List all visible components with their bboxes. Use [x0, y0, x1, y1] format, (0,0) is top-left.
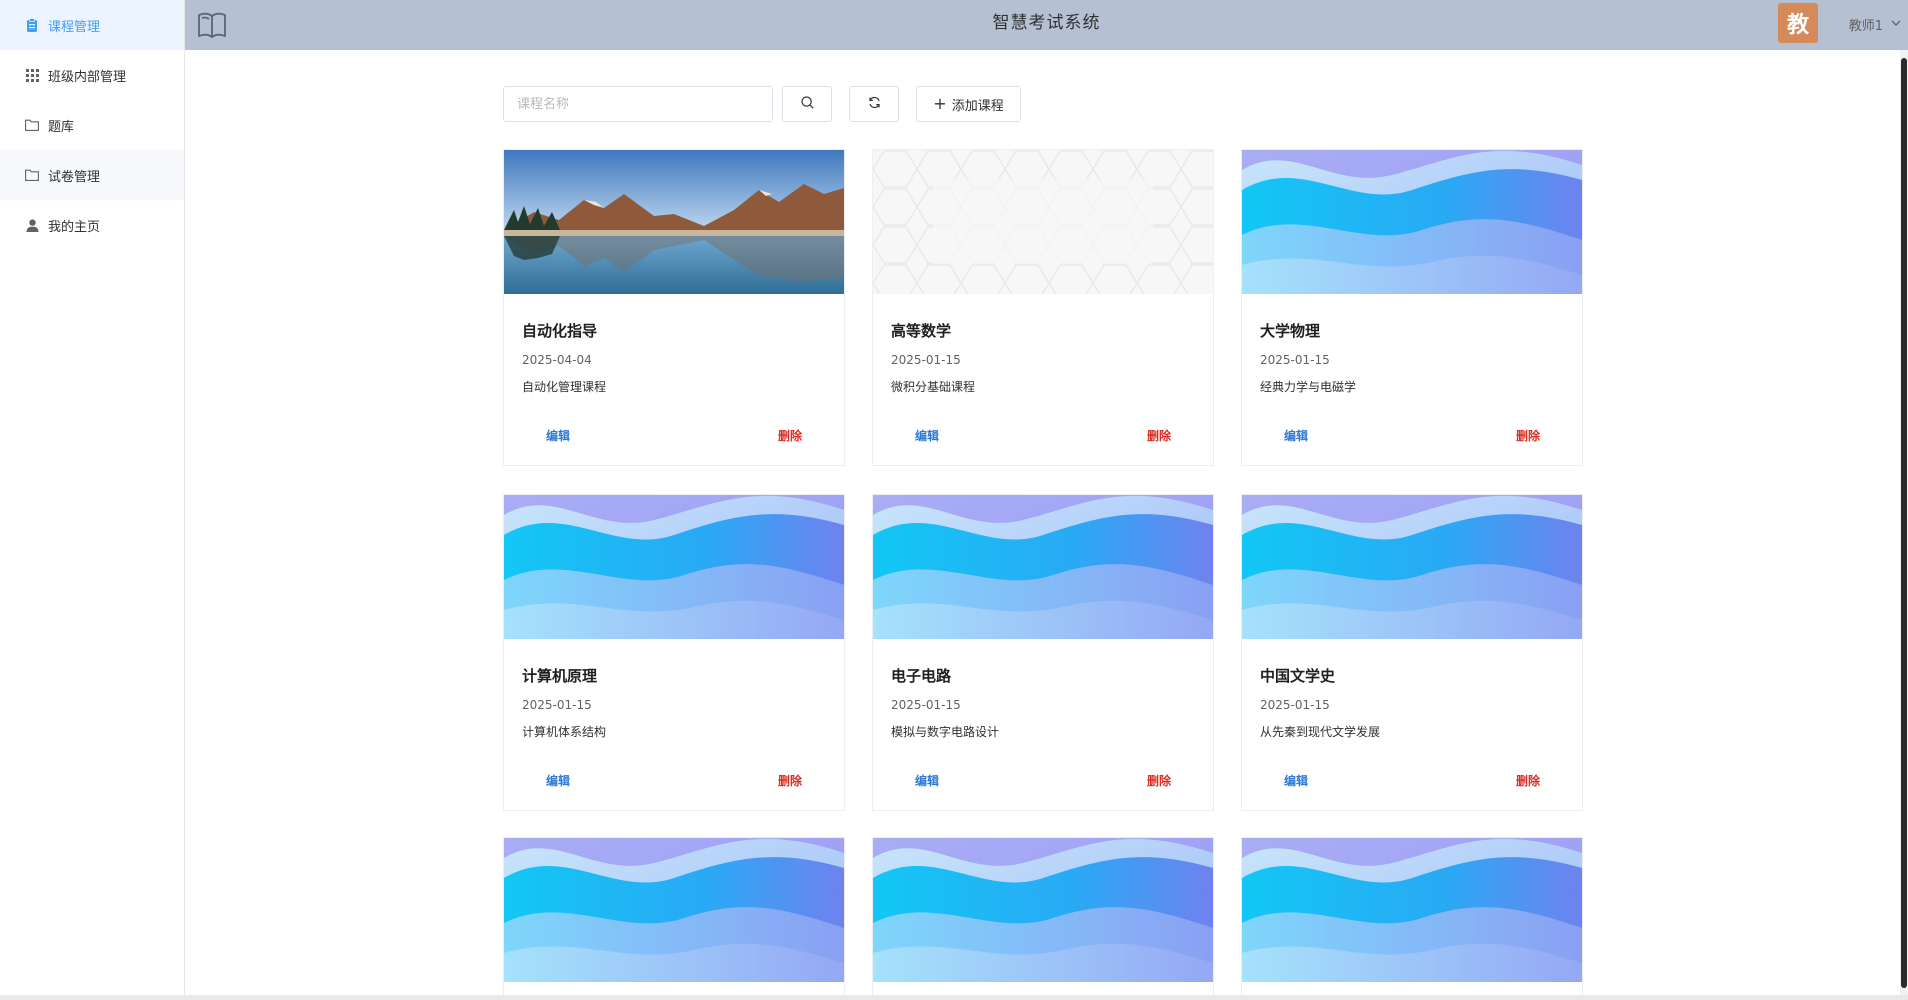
app-root: 课程管理 班级内部管理 题库 试卷管理 我的主页 智慧考试系统 教 教师1 课程… — [0, 0, 1908, 1000]
course-description: 计算机体系结构 — [522, 725, 607, 739]
user-icon — [25, 218, 39, 232]
edit-button[interactable]: 编辑 — [1284, 427, 1308, 444]
add-course-button[interactable]: + 添加课程 — [916, 86, 1021, 122]
sidebar-item-label: 题库 — [48, 119, 75, 135]
edit-button[interactable]: 编辑 — [915, 772, 939, 789]
course-name: 自动化指导 — [522, 322, 598, 340]
edit-button[interactable]: 编辑 — [546, 427, 570, 444]
course-description: 自动化管理课程 — [522, 380, 607, 394]
sidebar-item-question-bank[interactable]: 题库 — [0, 100, 184, 150]
course-cover-image — [1242, 495, 1582, 639]
course-name: 电子电路 — [891, 667, 952, 685]
folder-icon — [25, 118, 39, 132]
course-name-search-input[interactable] — [503, 86, 773, 122]
course-card-actions: 编辑 删除 — [873, 772, 1213, 792]
course-cover-image — [873, 838, 1213, 982]
course-card[interactable]: 中国文学史 2025-01-15 从先秦到现代文学发展 编辑 删除 — [1241, 494, 1583, 811]
plus-icon: + — [933, 94, 947, 113]
search-button[interactable] — [782, 86, 832, 122]
course-card-body: 高等数学 2025-01-15 微积分基础课程 — [873, 320, 1213, 395]
scrollbar-thumb[interactable] — [1901, 58, 1907, 988]
delete-button[interactable]: 删除 — [1147, 772, 1171, 789]
course-card[interactable]: 大学物理 2025-01-15 经典力学与电磁学 编辑 删除 — [1241, 149, 1583, 466]
course-cover-image — [1242, 838, 1582, 982]
sidebar: 课程管理 班级内部管理 题库 试卷管理 我的主页 — [0, 0, 185, 995]
course-card[interactable]: 电子电路 2025-01-15 模拟与数字电路设计 编辑 删除 — [872, 494, 1214, 811]
delete-button[interactable]: 删除 — [1147, 427, 1171, 444]
add-course-label: 添加课程 — [951, 98, 1004, 114]
course-card[interactable]: 计算机原理 2025-01-15 计算机体系结构 编辑 删除 — [503, 494, 845, 811]
course-card-actions: 编辑 删除 — [504, 427, 844, 447]
course-card-actions: 编辑 删除 — [504, 772, 844, 792]
course-cover-image — [504, 150, 844, 294]
course-cover-image — [1242, 150, 1582, 294]
course-cover-image — [504, 838, 844, 982]
course-card[interactable] — [872, 837, 1214, 997]
sidebar-item-my-home[interactable]: 我的主页 — [0, 200, 184, 250]
sidebar-item-exam-papers[interactable]: 试卷管理 — [0, 150, 184, 200]
course-description: 经典力学与电磁学 — [1260, 380, 1357, 394]
course-card-body: 中国文学史 2025-01-15 从先秦到现代文学发展 — [1242, 665, 1582, 740]
course-name: 大学物理 — [1260, 322, 1321, 340]
delete-button[interactable]: 删除 — [778, 772, 802, 789]
course-card-body: 电子电路 2025-01-15 模拟与数字电路设计 — [873, 665, 1213, 740]
course-cover-image — [873, 150, 1213, 294]
course-toolbar: + 添加课程 — [503, 86, 1021, 122]
edit-button[interactable]: 编辑 — [915, 427, 939, 444]
refresh-icon — [868, 96, 881, 113]
course-name: 高等数学 — [891, 322, 952, 340]
course-name: 计算机原理 — [522, 667, 598, 685]
search-icon — [800, 95, 814, 113]
sidebar-item-label: 课程管理 — [48, 19, 101, 35]
edit-button[interactable]: 编辑 — [1284, 772, 1308, 789]
top-header: 智慧考试系统 教 教师1 — [185, 0, 1908, 50]
course-card-actions: 编辑 删除 — [873, 427, 1213, 447]
course-cover-image — [504, 495, 844, 639]
course-card-body: 大学物理 2025-01-15 经典力学与电磁学 — [1242, 320, 1582, 395]
delete-button[interactable]: 删除 — [778, 427, 802, 444]
course-cover-image — [873, 495, 1213, 639]
course-card[interactable]: 自动化指导 2025-04-04 自动化管理课程 编辑 删除 — [503, 149, 845, 466]
course-description: 模拟与数字电路设计 — [891, 725, 1000, 739]
course-card[interactable] — [503, 837, 845, 997]
course-card-body: 自动化指导 2025-04-04 自动化管理课程 — [504, 320, 844, 395]
user-name[interactable]: 教师1 — [1849, 15, 1883, 34]
course-description: 从先秦到现代文学发展 — [1260, 725, 1381, 739]
folder-icon — [25, 168, 39, 182]
sidebar-item-course-management[interactable]: 课程管理 — [0, 0, 184, 50]
chevron-down-icon[interactable] — [1890, 14, 1902, 33]
course-date: 2025-01-15 — [1260, 698, 1330, 712]
course-date: 2025-04-04 — [522, 353, 592, 367]
course-card-actions: 编辑 删除 — [1242, 427, 1582, 447]
sidebar-item-class-management[interactable]: 班级内部管理 — [0, 50, 184, 100]
bottom-divider — [0, 995, 1908, 1000]
course-date: 2025-01-15 — [1260, 353, 1330, 367]
page-title: 智慧考试系统 — [992, 13, 1101, 33]
delete-button[interactable]: 删除 — [1516, 427, 1540, 444]
course-description: 微积分基础课程 — [891, 380, 976, 394]
sidebar-item-label: 试卷管理 — [48, 169, 101, 185]
course-name: 中国文学史 — [1260, 667, 1336, 685]
course-card[interactable] — [1241, 837, 1583, 997]
course-date: 2025-01-15 — [891, 353, 961, 367]
grid-icon — [25, 68, 39, 82]
course-card-actions: 编辑 删除 — [1242, 772, 1582, 792]
course-card[interactable]: 高等数学 2025-01-15 微积分基础课程 编辑 删除 — [872, 149, 1214, 466]
clipboard-icon — [25, 18, 39, 32]
sidebar-item-label: 我的主页 — [48, 219, 101, 235]
refresh-button[interactable] — [849, 86, 899, 122]
edit-button[interactable]: 编辑 — [546, 772, 570, 789]
course-card-body: 计算机原理 2025-01-15 计算机体系结构 — [504, 665, 844, 740]
course-date: 2025-01-15 — [891, 698, 961, 712]
sidebar-item-label: 班级内部管理 — [48, 69, 127, 85]
avatar[interactable]: 教 — [1778, 3, 1818, 43]
course-date: 2025-01-15 — [522, 698, 592, 712]
delete-button[interactable]: 删除 — [1516, 772, 1540, 789]
